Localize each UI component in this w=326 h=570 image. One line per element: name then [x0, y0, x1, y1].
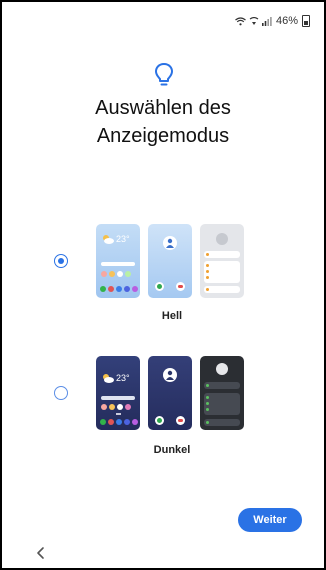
next-button[interactable]: Weiter	[238, 508, 302, 532]
weather-cloud-icon	[103, 374, 114, 383]
chevron-left-icon[interactable]	[32, 544, 50, 562]
radio-dark-mode[interactable]	[54, 386, 68, 400]
status-bar: 46%	[235, 14, 310, 28]
weather-temp: 23°	[116, 234, 130, 244]
page-title-line-2: Anzeigemodus	[96, 125, 230, 147]
search-bar	[101, 396, 135, 400]
call-wifi-icon	[249, 16, 259, 25]
light-call-preview	[148, 224, 192, 298]
screen: 46% Auswählen des Anzeigemodus 23° Hell …	[0, 0, 326, 570]
weather-cloud-icon	[103, 235, 114, 244]
signal-icon	[261, 16, 272, 26]
dark-call-preview	[148, 356, 192, 430]
app-icon-row	[101, 271, 137, 278]
dark-mode-label[interactable]: Dunkel	[82, 444, 262, 456]
app-icon-row	[101, 404, 137, 411]
dark-settings-preview	[200, 356, 244, 430]
wifi-icon	[235, 16, 246, 25]
dock-row	[100, 286, 138, 293]
battery-percent: 46%	[275, 15, 298, 27]
light-settings-preview	[200, 224, 244, 298]
search-bar	[101, 262, 135, 266]
accept-call-icon	[155, 416, 164, 425]
contact-avatar	[163, 368, 177, 382]
dock-row	[100, 419, 138, 426]
contact-avatar	[163, 236, 177, 250]
page-title: Auswählen des Anzeigemodus	[2, 94, 324, 150]
light-home-preview: 23°	[96, 224, 140, 298]
dark-home-preview: 23°	[96, 356, 140, 430]
radio-light-mode[interactable]	[54, 254, 68, 268]
status-icons	[235, 16, 272, 26]
decline-call-icon	[176, 416, 185, 425]
light-mode-label[interactable]: Hell	[82, 310, 262, 322]
battery-icon	[302, 15, 310, 27]
weather-temp: 23°	[116, 373, 130, 383]
page-title-line-1: Auswählen des	[95, 97, 231, 119]
decline-call-icon	[176, 282, 185, 291]
accept-call-icon	[155, 282, 164, 291]
lightbulb-icon	[155, 63, 173, 86]
